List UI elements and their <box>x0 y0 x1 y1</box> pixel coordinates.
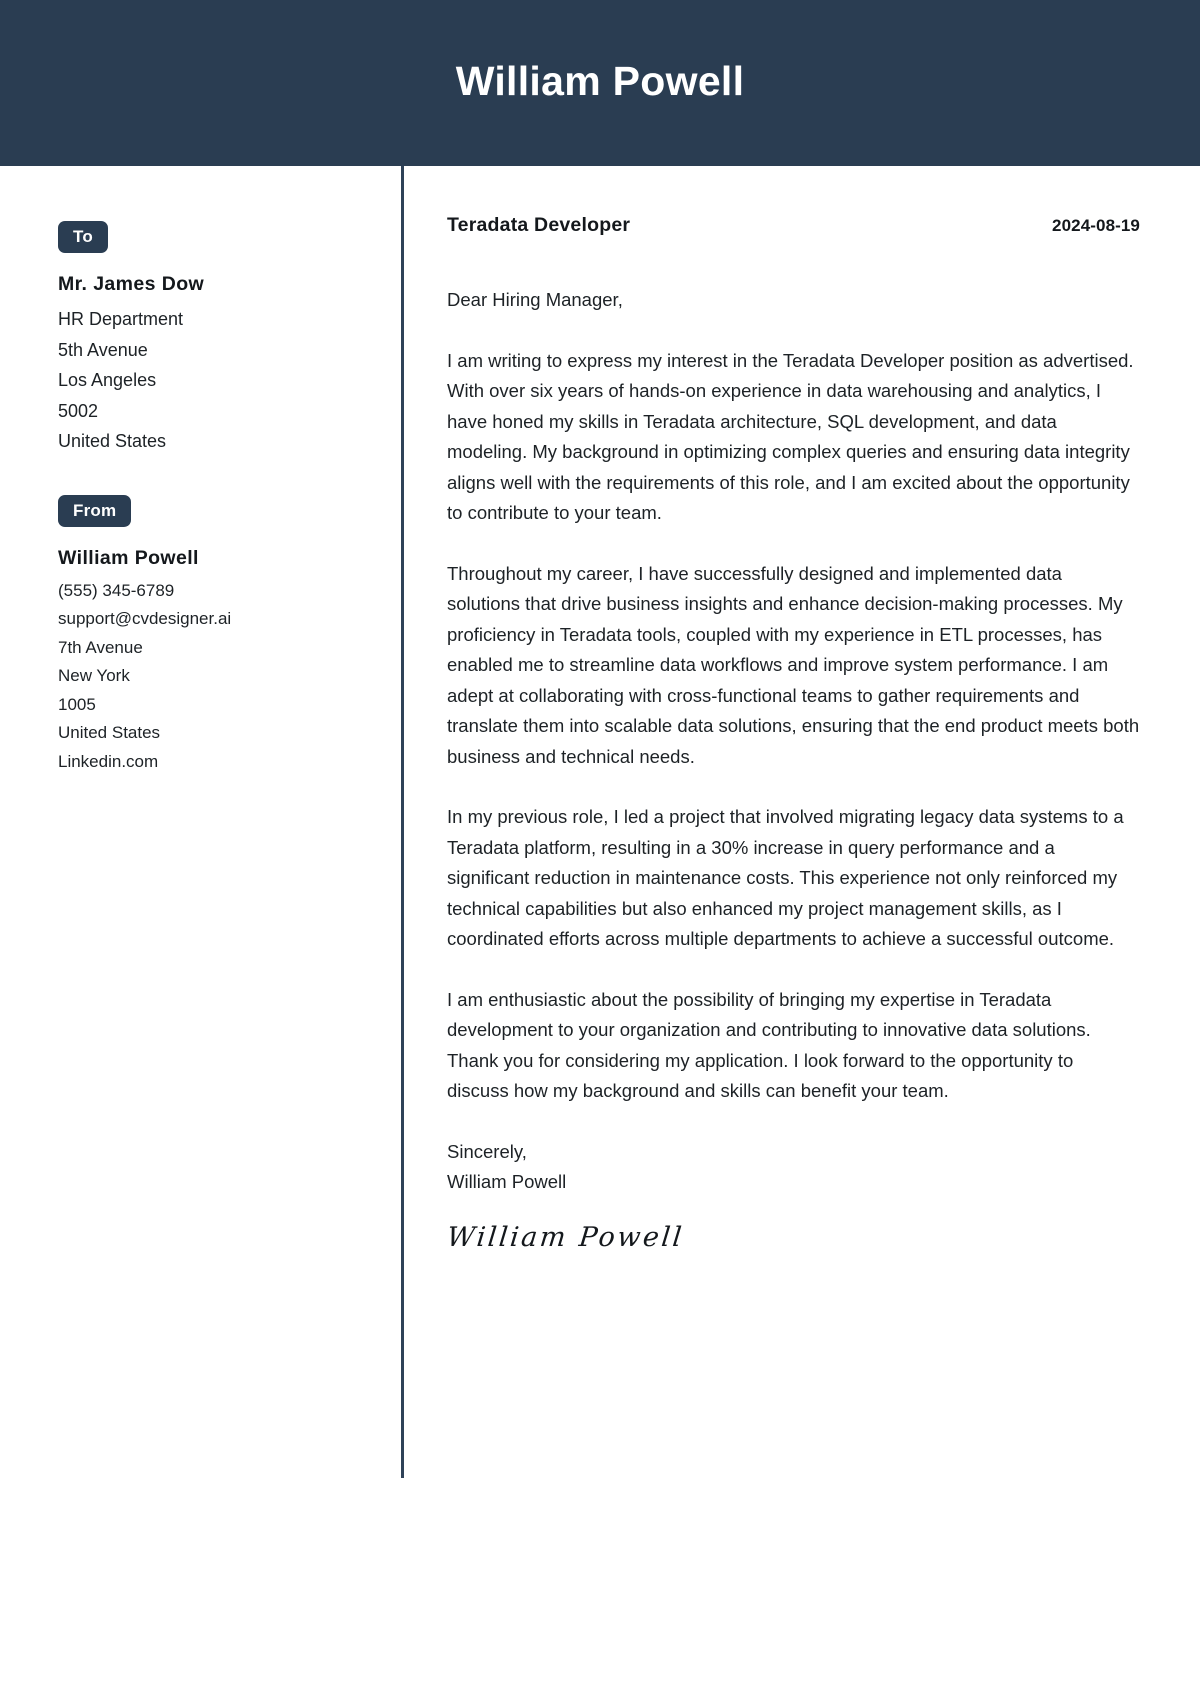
job-title: Teradata Developer <box>447 214 631 236</box>
sender-address: William Powell (555) 345-6789 support@cv… <box>58 547 362 777</box>
letter-paragraph: Throughout my career, I have successfull… <box>447 562 1140 767</box>
recipient-line: United States <box>58 431 167 451</box>
letter-paragraph: In my previous role, I led a project tha… <box>447 806 1124 949</box>
letter-paragraph: I am enthusiastic about the possibility … <box>447 988 1091 1102</box>
sender-phone: (555) 345-6789 <box>58 580 175 600</box>
sender-block: From William Powell (555) 345-6789 suppo… <box>58 494 362 777</box>
sender-linkedin: Linkedin.com <box>58 751 159 771</box>
recipient-line: Los Angeles <box>58 370 157 390</box>
signature: William Powell <box>445 1221 686 1253</box>
closing-name: William Powell <box>447 1171 567 1192</box>
sidebar: To Mr. James Dow HR Department 5th Avenu… <box>0 166 404 1684</box>
letter-content: Teradata Developer 2024-08-19 Dear Hirin… <box>402 166 1200 1684</box>
sender-line: United States <box>58 723 161 742</box>
letter-body: To Mr. James Dow HR Department 5th Avenu… <box>0 166 1200 1684</box>
recipient-line: 5002 <box>58 400 99 421</box>
sender-line: 1005 <box>58 694 96 714</box>
letter-header-row: Teradata Developer 2024-08-19 <box>447 214 1140 237</box>
from-badge: From <box>58 494 132 527</box>
letter-date: 2024-08-19 <box>1052 216 1140 235</box>
to-badge: To <box>58 221 108 253</box>
recipient-line: HR Department <box>58 309 184 329</box>
recipient-name: Mr. James Dow <box>58 273 205 295</box>
sender-line: New York <box>58 666 130 685</box>
salutation: Dear Hiring Manager, <box>447 289 623 310</box>
closing-block: Sincerely, William Powell <box>447 1137 1140 1198</box>
header-banner: William Powell <box>0 0 1200 166</box>
recipient-line: 5th Avenue <box>58 339 148 360</box>
recipient-block: To Mr. James Dow HR Department 5th Avenu… <box>58 221 362 457</box>
closing-salutation: Sincerely, <box>447 1140 527 1162</box>
sender-name: William Powell <box>58 546 199 569</box>
cover-letter-page: William Powell To Mr. James Dow HR Depar… <box>0 0 1200 1684</box>
recipient-address: Mr. James Dow HR Department 5th Avenue L… <box>58 273 362 457</box>
page-title: William Powell <box>455 57 745 104</box>
letter-paragraph: I am writing to express my interest in t… <box>447 349 1134 524</box>
sender-email: support@cvdesigner.ai <box>58 609 232 628</box>
sender-line: 7th Avenue <box>58 637 143 657</box>
